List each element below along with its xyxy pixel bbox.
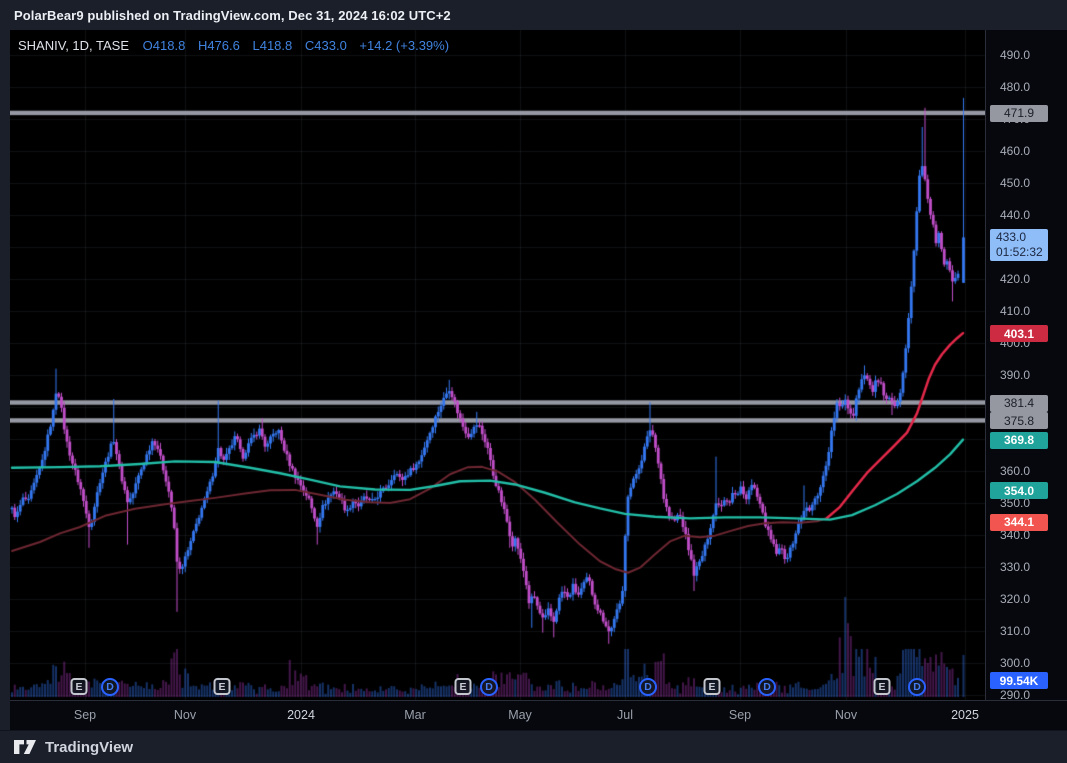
symbol-name: SHANIV, 1D, TASE [18,38,130,53]
volume-value-label: 99.54K [990,672,1048,689]
time-tick: May [508,708,532,722]
tradingview-logo-icon[interactable] [14,739,38,755]
price-tick: 450.0 [1000,176,1031,190]
price-tick: 290.0 [1000,688,1031,702]
time-tick: Nov [173,708,197,722]
chart-legend: SHANIV, 1D, TASE O418.8 H476.6 L418.8 C4… [18,38,458,53]
price-tick: 390.0 [1000,368,1031,382]
chart-pane[interactable]: SHANIV, 1D, TASE O418.8 H476.6 L418.8 C4… [10,30,985,700]
dividend-marker[interactable]: D [101,678,119,696]
time-tick: Jul [617,708,633,722]
ohlc-close: C433.0 [304,38,347,53]
dividend-marker[interactable]: D [480,678,498,696]
price-tick: 440.0 [1000,208,1031,222]
time-axis[interactable]: Sep Nov 2024 Mar May Jul Sep Nov 2025 [10,700,1067,730]
ohlc-open: O418.8 [142,38,186,53]
tradingview-published-chart: PolarBear9 published on TradingView.com,… [0,0,1067,763]
price-tick: 410.0 [1000,304,1031,318]
publish-title: PolarBear9 published on TradingView.com,… [14,7,451,23]
price-tick: 480.0 [1000,80,1031,94]
price-level-label: 375.8 [990,412,1048,430]
dividend-marker[interactable]: D [639,678,657,696]
earnings-marker[interactable]: E [454,678,472,695]
time-tick: 2025 [951,708,979,722]
price-tick: 420.0 [1000,272,1031,286]
price-level-label: 403.1 [990,325,1048,343]
earnings-marker[interactable]: E [873,678,891,695]
earnings-marker[interactable]: E [70,678,88,695]
time-tick: Sep [728,708,752,722]
ohlc-low: L418.8 [252,38,293,53]
price-level-label: 344.1 [990,513,1048,531]
footer-bar: TradingView [0,730,1067,763]
price-tick: 300.0 [1000,656,1031,670]
price-tick: 360.0 [1000,464,1031,478]
price-chart-canvas[interactable] [10,30,985,700]
price-tick: 310.0 [1000,624,1031,638]
price-tick: 490.0 [1000,48,1031,62]
dividend-marker[interactable]: D [758,678,776,696]
ohlc-high: H476.6 [197,38,240,53]
time-tick: Sep [73,708,97,722]
price-level-label: 471.9 [990,104,1048,122]
tradingview-wordmark[interactable]: TradingView [45,739,133,756]
change-value: +14.2 (+3.39%) [359,38,450,53]
publish-header: PolarBear9 published on TradingView.com,… [0,0,1067,30]
price-level-label: 381.4 [990,394,1048,412]
price-tick: 320.0 [1000,592,1031,606]
price-tick: 460.0 [1000,144,1031,158]
earnings-marker[interactable]: E [213,678,231,695]
price-level-label: 369.8 [990,431,1048,449]
price-level-label: 354.0 [990,482,1048,500]
dividend-marker[interactable]: D [908,678,926,696]
last-price-countdown-label: 433.0 01:52:32 [990,229,1048,262]
time-tick: Mar [404,708,426,722]
time-tick: 2024 [287,708,315,722]
time-tick: Nov [834,708,858,722]
earnings-marker[interactable]: E [703,678,721,695]
price-axis[interactable]: 490.0480.0470.0460.0450.0440.0430.0420.0… [985,30,1067,702]
price-tick: 330.0 [1000,560,1031,574]
